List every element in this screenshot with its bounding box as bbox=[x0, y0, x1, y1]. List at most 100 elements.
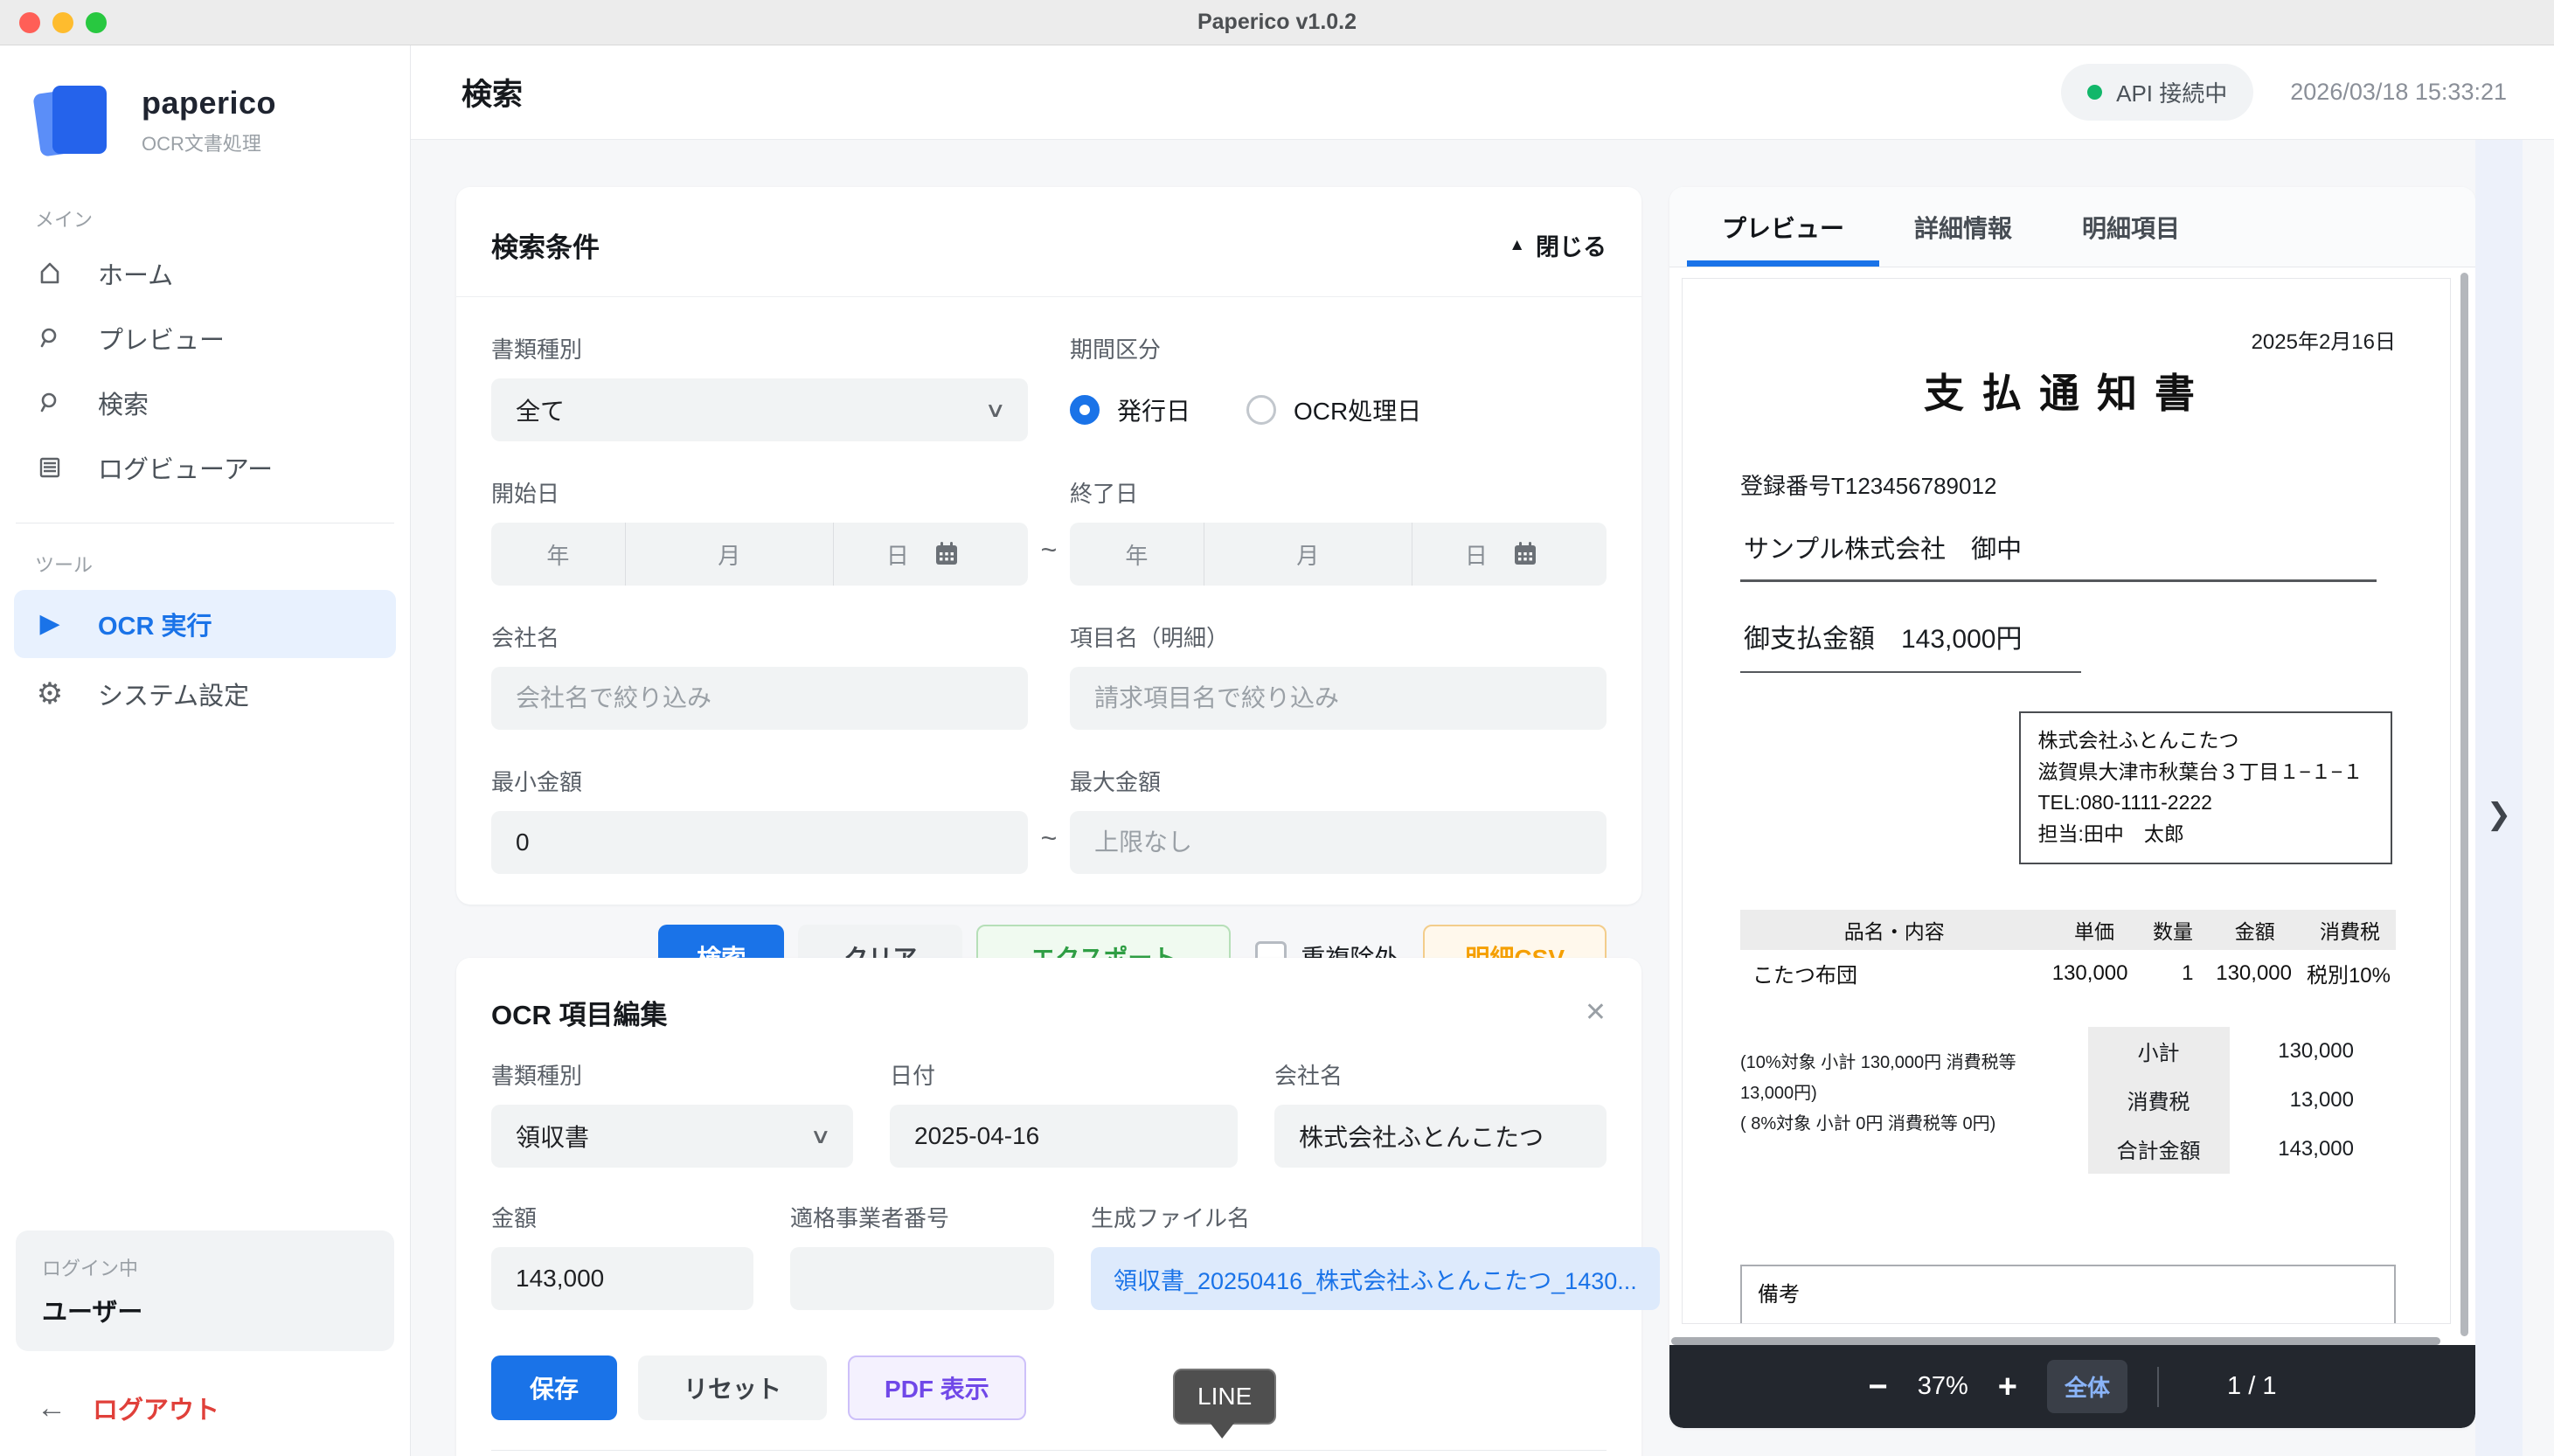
doc-items-table: 品名・内容 単価 数量 金額 消費税 こたつ布団 130,000 1 130,0… bbox=[1740, 910, 2396, 997]
ocr-doc-type-label: 書類種別 bbox=[491, 1058, 853, 1091]
reset-button[interactable]: リセット bbox=[638, 1355, 827, 1420]
ocr-edit-panel: OCR 項目編集 ✕ 書類種別 領収書 ∨ 日付 bbox=[456, 958, 1641, 1456]
issuer-tel: TEL:080-1111-2222 bbox=[2038, 787, 2374, 819]
radio-ocr-date[interactable] bbox=[1246, 395, 1276, 425]
issuer-name: 株式会社ふとんこたつ bbox=[2038, 725, 2374, 757]
panel-divider bbox=[491, 1450, 1607, 1451]
ocr-invoice-no-input[interactable] bbox=[790, 1247, 1054, 1310]
zoom-out-button[interactable]: − bbox=[1869, 1370, 1888, 1404]
min-amount-input[interactable] bbox=[491, 811, 1028, 874]
sidebar-item-label: 検索 bbox=[98, 385, 149, 421]
tab-preview[interactable]: プレビュー bbox=[1687, 187, 1879, 267]
clock-timestamp: 2026/03/18 15:33:21 bbox=[2290, 79, 2507, 106]
document-page: 2025年2月16日 支払通知書 登録番号T123456789012 サンプル株… bbox=[1682, 278, 2451, 1324]
zoombar-divider bbox=[2157, 1367, 2159, 1407]
sidebar-item-preview[interactable]: プレビュー bbox=[0, 306, 410, 371]
doc-recipient: サンプル株式会社 御中 bbox=[1740, 529, 2377, 582]
doc-type-select[interactable]: 全て ∨ bbox=[491, 378, 1028, 441]
panel-divider bbox=[456, 296, 1641, 297]
summary-row: 消費税 13,000 bbox=[2088, 1076, 2397, 1125]
generated-filename[interactable]: 領収書_20250416_株式会社ふとんこたつ_1430... bbox=[1091, 1247, 1660, 1310]
calendar-icon[interactable] bbox=[1510, 539, 1540, 569]
vertical-scrollbar[interactable] bbox=[2460, 273, 2468, 1336]
doc-payment-amount: 御支払金額 143,000円 bbox=[1740, 617, 2081, 673]
doc-notes-box: 備考 bbox=[1740, 1265, 2396, 1324]
login-status-label: ログイン中 bbox=[42, 1253, 368, 1281]
sidebar-item-ocr-run[interactable]: ▶ OCR 実行 bbox=[14, 590, 396, 658]
date-year-segment[interactable]: 年 bbox=[491, 523, 626, 586]
close-icon[interactable]: ✕ bbox=[1585, 997, 1607, 1028]
calendar-icon[interactable] bbox=[932, 539, 961, 569]
pdf-view-button[interactable]: PDF 表示 bbox=[848, 1355, 1026, 1420]
company-filter-input[interactable] bbox=[491, 667, 1028, 730]
ocr-doc-type-select[interactable]: 領収書 ∨ bbox=[491, 1105, 853, 1168]
date-year-segment[interactable]: 年 bbox=[1070, 523, 1204, 586]
fit-whole-button[interactable]: 全体 bbox=[2047, 1360, 2127, 1413]
app-logo-icon bbox=[33, 82, 117, 159]
traffic-lights bbox=[19, 12, 107, 33]
api-status-badge: API 接続中 bbox=[2061, 64, 2253, 121]
panel-collapse-gutter: ❯ bbox=[2475, 140, 2523, 1456]
sidebar-item-settings[interactable]: ⚙ システム設定 bbox=[0, 662, 410, 726]
ocr-amount-input[interactable] bbox=[491, 1247, 753, 1310]
start-date-input[interactable]: 年 月 日 bbox=[491, 523, 1028, 586]
max-amount-input[interactable] bbox=[1070, 811, 1607, 874]
preview-zoombar: − 37% + 全体 1 / 1 bbox=[1669, 1345, 2475, 1428]
horizontal-scrollbar[interactable] bbox=[1671, 1337, 2440, 1345]
doc-title: 支払通知書 bbox=[1740, 362, 2396, 419]
date-day-segment[interactable]: 日 bbox=[1412, 523, 1607, 586]
sidebar-item-home[interactable]: ホーム bbox=[0, 241, 410, 306]
item-filter-input[interactable] bbox=[1070, 667, 1607, 730]
sidebar-item-label: ホーム bbox=[98, 255, 173, 292]
window-title: Paperico v1.0.2 bbox=[1197, 10, 1357, 35]
logout-button[interactable]: ← ログアウト bbox=[37, 1390, 410, 1426]
log-icon bbox=[35, 454, 65, 481]
min-amount-label: 最小金額 bbox=[491, 765, 1028, 797]
app-brand: paperico OCR文書処理 bbox=[33, 82, 410, 159]
ocr-company-input[interactable] bbox=[1274, 1105, 1607, 1168]
play-icon: ▶ bbox=[35, 611, 65, 637]
sidebar-item-logviewer[interactable]: ログビューアー bbox=[0, 435, 410, 500]
close-window-icon[interactable] bbox=[19, 12, 40, 33]
minimize-window-icon[interactable] bbox=[52, 12, 73, 33]
date-day-segment[interactable]: 日 bbox=[834, 523, 1028, 586]
login-user-name: ユーザー bbox=[42, 1292, 368, 1328]
document-preview-area: 2025年2月16日 支払通知書 登録番号T123456789012 サンプル株… bbox=[1669, 267, 2475, 1345]
chevron-down-icon: ∨ bbox=[810, 1124, 832, 1149]
search-conditions-panel: 検索条件 ▲ 閉じる 書類種別 全て ∨ bbox=[456, 187, 1641, 905]
gear-icon: ⚙ bbox=[35, 679, 65, 709]
search-panel-title: 検索条件 bbox=[491, 225, 600, 265]
start-date-label: 開始日 bbox=[491, 476, 1028, 509]
date-month-segment[interactable]: 月 bbox=[1204, 523, 1412, 586]
doc-table-header: 品名・内容 単価 数量 金額 消費税 bbox=[1740, 910, 2396, 950]
tab-details[interactable]: 詳細情報 bbox=[1879, 187, 2047, 267]
ocr-doc-type-value: 領収書 bbox=[516, 1119, 589, 1154]
maximize-window-icon[interactable] bbox=[86, 12, 107, 33]
api-status-text: API 接続中 bbox=[2116, 76, 2227, 108]
page-header: 検索 API 接続中 2026/03/18 15:33:21 bbox=[411, 45, 2554, 140]
company-filter-label: 会社名 bbox=[491, 621, 1028, 653]
ocr-filename-label: 生成ファイル名 bbox=[1091, 1201, 1660, 1233]
tab-line-items[interactable]: 明細項目 bbox=[2047, 187, 2215, 267]
doc-tax-notes: (10%対象 小計 130,000円 消費税等 13,000円) ( 8%対象 … bbox=[1740, 1027, 2068, 1174]
home-icon bbox=[35, 260, 65, 288]
max-amount-label: 最大金額 bbox=[1070, 765, 1607, 797]
date-month-segment[interactable]: 月 bbox=[626, 523, 834, 586]
preview-panel: プレビュー 詳細情報 明細項目 2025年2月16日 支払通知書 登録番号T12… bbox=[1669, 187, 2475, 1428]
sidebar: paperico OCR文書処理 メイン ホーム プレビュー 検索 bbox=[0, 45, 411, 1456]
range-separator: ~ bbox=[1041, 822, 1058, 874]
doc-type-value: 全て bbox=[516, 392, 565, 427]
chevron-right-icon[interactable]: ❯ bbox=[2487, 797, 2512, 832]
save-button[interactable]: 保存 bbox=[491, 1355, 617, 1420]
nav-section-tools: ツール bbox=[35, 550, 410, 578]
ocr-date-input[interactable] bbox=[890, 1105, 1238, 1168]
sidebar-item-search[interactable]: 検索 bbox=[0, 371, 410, 435]
page-title: 検索 bbox=[462, 70, 523, 114]
collapse-panel-button[interactable]: ▲ 閉じる bbox=[1509, 228, 1607, 262]
end-date-input[interactable]: 年 月 日 bbox=[1070, 523, 1607, 586]
radio-issue-date[interactable] bbox=[1070, 395, 1100, 425]
ocr-invoice-no-label: 適格事業者番号 bbox=[790, 1201, 1054, 1233]
summary-row: 合計金額 143,000 bbox=[2088, 1125, 2397, 1174]
zoom-in-button[interactable]: + bbox=[1998, 1370, 2017, 1404]
end-date-label: 終了日 bbox=[1070, 476, 1607, 509]
